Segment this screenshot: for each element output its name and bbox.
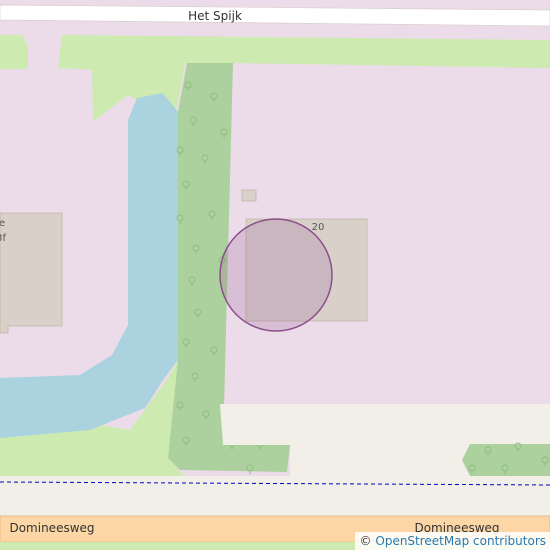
building-small-shed — [241, 189, 257, 202]
road-label-domineesweg-left: Domineesweg — [9, 521, 94, 535]
map-layers: Het Spijk Domineesweg Domineesweg e f 20 — [0, 0, 550, 550]
house-number-left-2: 3f — [0, 233, 6, 244]
grass-area-left-top — [0, 35, 28, 69]
house-number-left-1: e — [0, 218, 5, 229]
building-left — [0, 212, 63, 334]
location-marker[interactable] — [219, 218, 333, 332]
map-canvas[interactable]: Het Spijk Domineesweg Domineesweg e f 20… — [0, 0, 550, 550]
copyright-symbol: © — [359, 534, 372, 548]
road-verge — [0, 476, 550, 516]
attribution: © OpenStreetMap contributors — [354, 532, 550, 550]
road-label-het-spijk: Het Spijk — [188, 9, 242, 23]
attribution-link[interactable]: OpenStreetMap contributors — [375, 534, 546, 548]
house-number-20: 20 — [312, 222, 325, 233]
